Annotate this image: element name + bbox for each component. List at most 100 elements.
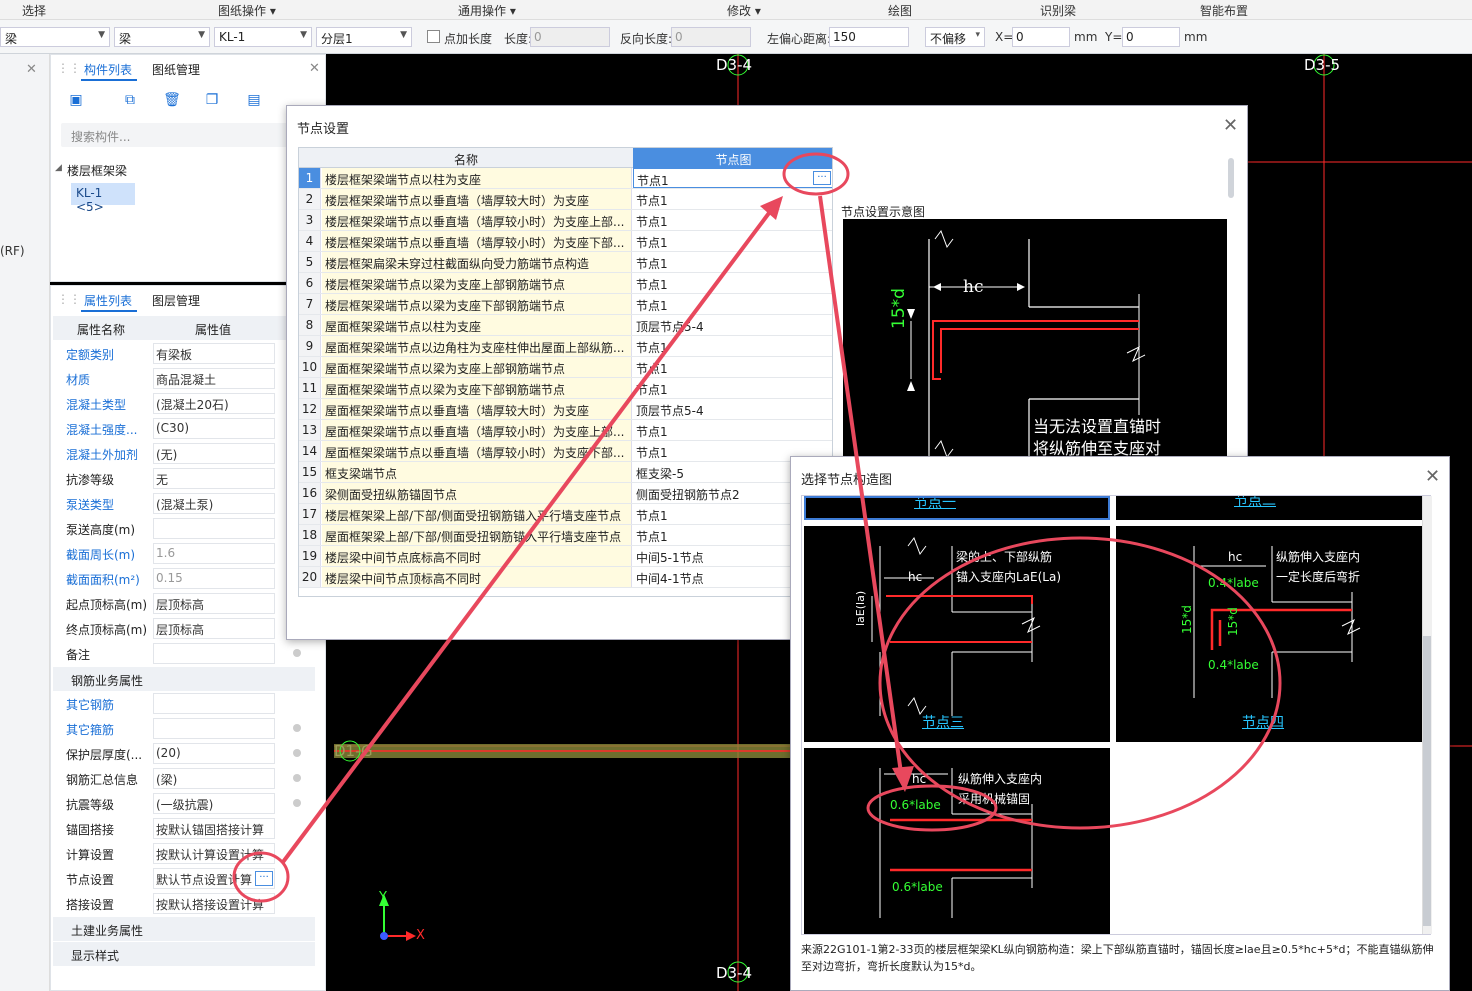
node-option-5[interactable]: hc 纵筋伸入支座内 采用机械锚固 0.6*labe 0.6*labe [804,748,1110,934]
delete-icon[interactable]: 🗑 [159,91,185,113]
table-row[interactable]: 8 屋面框架梁端节点以柱为支座 顶层节点5-4 [299,315,832,336]
group-civil[interactable]: 土建业务属性 [53,917,315,941]
search-input[interactable]: 搜索构件... [61,123,307,147]
tree-root-frame-beam[interactable]: 楼层框架梁 [67,162,127,179]
save-icon[interactable]: ▤ [241,91,267,113]
table-row[interactable]: 2 楼层框架梁端节点以垂直墙（墙厚较大时）为支座 节点1 [299,189,832,210]
property-value[interactable] [153,718,275,739]
add-length-checkbox[interactable] [427,30,440,43]
row-node[interactable]: 节点1 [633,273,832,293]
property-value[interactable]: (无) [153,443,275,464]
row-node[interactable]: 节点1 [633,168,832,188]
property-row[interactable]: 其它钢筋 [61,691,326,716]
table-row[interactable]: 1 楼层框架梁端节点以柱为支座 节点1 ··· [299,168,832,189]
table-row[interactable]: 7 楼层框架梁端节点以梁为支座下部钢筋端节点 节点1 [299,294,832,315]
element-subtype-select[interactable]: 梁 ▼ [114,27,210,47]
ribbon-group-modify[interactable]: 修改 ▾ [727,2,761,19]
ellipsis-button[interactable]: ··· [255,871,273,886]
row-node[interactable]: 节点1 [633,378,832,398]
property-value[interactable]: 层顶标高 [153,618,275,639]
table-row[interactable]: 14 屋面框架梁端节点以垂直墙（墙厚较小时）为支座下部... 节点1 [299,441,832,462]
property-row[interactable]: 钢筋汇总信息 (梁) [61,766,326,791]
ribbon-group-select[interactable]: 选择 [22,2,46,19]
ribbon-group-drawing-ops[interactable]: 图纸操作 ▾ [218,2,276,19]
property-value[interactable]: 1.6 [153,543,275,564]
chevron-down-icon[interactable]: ◢ [55,163,62,173]
table-row[interactable]: 12 屋面框架梁端节点以垂直墙（墙厚较大时）为支座 顶层节点5-4 [299,399,832,420]
table-row[interactable]: 9 屋面框架梁端节点以边角柱为支座柱伸出屋面上部纵筋... 节点1 [299,336,832,357]
close-icon[interactable]: ✕ [26,62,37,77]
property-value[interactable]: 商品混凝土 [153,368,275,389]
ribbon-group-smart-place[interactable]: 智能布置 [1200,2,1248,19]
row-node[interactable]: 节点1 [633,231,832,251]
drag-handle-icon[interactable]: ⋮⋮ [57,61,81,75]
table-row[interactable]: 13 屋面框架梁端节点以垂直墙（墙厚较小时）为支座上部... 节点1 [299,420,832,441]
property-value[interactable] [153,643,275,664]
table-row[interactable]: 5 楼层框架扁梁未穿过柱截面纵向受力筋端节点构造 节点1 [299,252,832,273]
property-value[interactable] [153,693,275,714]
duplicate-icon[interactable]: ❐ [199,91,225,113]
property-value[interactable]: 有梁板 [153,343,275,364]
property-row[interactable]: 搭接设置 按默认搭接设置计算 [61,891,326,916]
row-node[interactable]: 节点1 [633,420,832,440]
table-row[interactable]: 10 屋面框架梁端节点以梁为支座上部钢筋端节点 节点1 [299,357,832,378]
ribbon-group-recognize-beam[interactable]: 识别梁 [1040,2,1076,19]
node-option-4[interactable]: hc 纵筋伸入支座内 一定长度后弯折 0.4*labe 0.4*labe 15*… [1116,526,1422,742]
x-coord-input[interactable]: 0 [1012,27,1070,47]
drag-handle-icon[interactable]: ⋮⋮ [57,292,81,306]
tab-layer-management[interactable]: 图层管理 [152,292,200,309]
property-value[interactable]: 按默认锚固搭接计算 [153,818,275,839]
ribbon-group-draw[interactable]: 绘图 [888,2,912,19]
reverse-length-input[interactable]: 0 [671,27,751,47]
row-node[interactable]: 节点1 [633,357,832,377]
row-node[interactable]: 节点1 [633,210,832,230]
row-node[interactable]: 节点1 [633,252,832,272]
table-row[interactable]: 19 楼层梁中间节点底标高不同时 中间5-1节点 [299,546,832,567]
property-value[interactable]: 无 [153,468,275,489]
offset-mode-select[interactable]: 不偏移 ▾ [925,27,985,47]
group-display[interactable]: 显示样式 [53,942,315,966]
tab-drawing-management[interactable]: 图纸管理 [152,61,200,78]
node-option-3[interactable]: 梁的上、下部纵筋 锚入支座内LaE(La) hc laE(la) 节点三 [804,526,1110,742]
layer-select[interactable]: 分层1 ▼ [316,27,412,47]
node-option-2[interactable]: 节点二 [1116,496,1422,520]
table-row[interactable]: 4 楼层框架梁端节点以垂直墙（墙厚较小时）为支座下部... 节点1 [299,231,832,252]
row-node[interactable]: 顶层节点5-4 [633,315,832,335]
property-value[interactable]: (C30) [153,418,275,439]
property-value[interactable] [153,518,275,539]
table-row[interactable]: 20 楼层梁中间节点顶标高不同时 中间4-1节点 [299,567,832,588]
property-row[interactable]: 抗震等级 (一级抗震) [61,791,326,816]
property-value[interactable]: 按默认搭接设置计算 [153,893,275,914]
row-node[interactable]: 顶层节点5-4 [633,399,832,419]
row-node[interactable]: 节点1 [633,336,832,356]
property-row[interactable]: 节点设置 默认节点设置计算 ··· [61,866,326,891]
property-row[interactable]: 备注 [61,641,326,666]
component-select[interactable]: KL-1 ▼ [214,27,312,47]
property-value[interactable]: (混凝土20石) [153,393,275,414]
close-icon[interactable]: ✕ [1223,115,1238,136]
property-row[interactable]: 其它箍筋 [61,716,326,741]
y-coord-input[interactable]: 0 [1122,27,1180,47]
property-row[interactable]: 保护层厚度(... (20) [61,741,326,766]
copy-icon[interactable]: ⧉ [117,91,143,113]
tab-property-list[interactable]: 属性列表 [84,292,132,309]
property-row[interactable]: 计算设置 按默认计算设置计算 [61,841,326,866]
element-type-select[interactable]: 梁 ▼ [0,27,110,47]
table-row[interactable]: 6 楼层框架梁端节点以梁为支座上部钢筋端节点 节点1 [299,273,832,294]
property-value[interactable]: 0.15 [153,568,275,589]
property-row[interactable]: 锚固搭接 按默认锚固搭接计算 [61,816,326,841]
table-row[interactable]: 3 楼层框架梁端节点以垂直墙（墙厚较小时）为支座上部... 节点1 [299,210,832,231]
node-option-1[interactable]: 节点一 [804,496,1110,520]
left-offset-input[interactable]: 150 [829,27,909,47]
property-value[interactable]: 层顶标高 [153,593,275,614]
scrollbar-thumb[interactable] [1423,636,1431,926]
close-icon[interactable]: ✕ [1425,466,1440,487]
table-row[interactable]: 17 楼层框架梁上部/下部/侧面受扭钢筋锚入平行墙支座节点 节点1 [299,504,832,525]
property-value[interactable]: (20) [153,743,275,764]
length-input[interactable]: 0 [530,27,610,47]
row-node[interactable]: 节点1 [633,189,832,209]
row-node[interactable]: 节点1 [633,294,832,314]
group-rebar[interactable]: 钢筋业务属性 [53,667,315,691]
table-row[interactable]: 15 框支梁端节点 框支梁-5 [299,462,832,483]
property-value[interactable]: 按默认计算设置计算 [153,843,275,864]
